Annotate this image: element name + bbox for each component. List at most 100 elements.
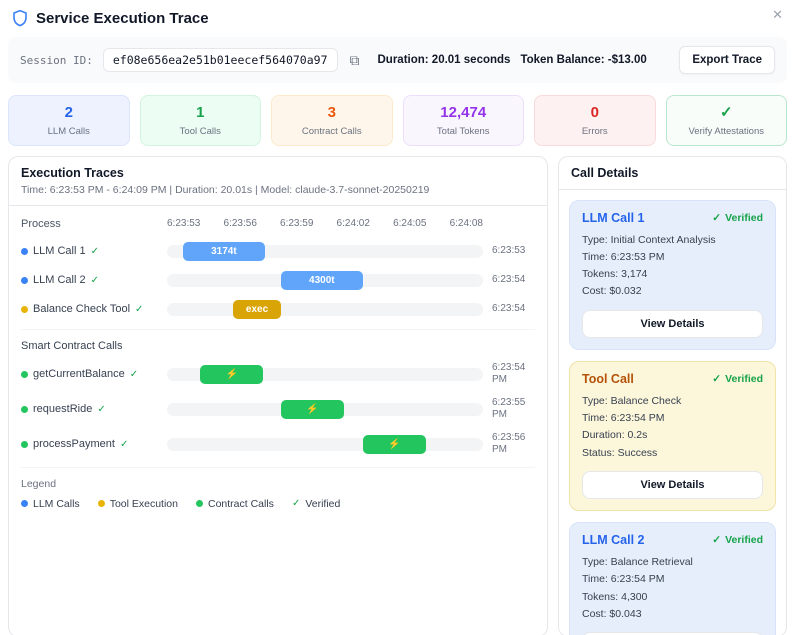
divider — [21, 329, 535, 330]
stat-contract-calls: 3Contract Calls — [271, 95, 393, 146]
tick-label: 6:24:02 — [337, 218, 370, 229]
timeline-track: ⚡ — [167, 403, 483, 416]
page-title: Service Execution Trace — [36, 10, 209, 27]
detail-line: Time: 6:23:54 PM — [582, 571, 763, 588]
stat-value: 0 — [539, 105, 651, 122]
detail-line: Time: 6:23:53 PM — [582, 249, 763, 266]
token-balance: Token Balance: -$13.00 — [520, 54, 646, 66]
timeline-ticks: 6:23:536:23:566:23:596:24:026:24:056:24:… — [167, 218, 483, 229]
stat-label: Errors — [539, 126, 651, 137]
series-dot — [21, 441, 28, 448]
legend-label: Legend — [21, 478, 535, 490]
tick-label: 6:23:53 — [167, 218, 200, 229]
trace-row-label: requestRide ✓ — [21, 403, 167, 415]
timeline-bar[interactable]: ⚡ — [363, 435, 426, 454]
verified-badge: ✓Verified — [712, 373, 763, 385]
verified-badge: ✓Verified — [712, 534, 763, 546]
stat-label: Tool Calls — [145, 126, 257, 137]
card-header: LLM Call 2 ✓Verified — [582, 533, 763, 547]
timeline-bar[interactable]: ⚡ — [200, 365, 263, 384]
divider — [21, 467, 535, 468]
card-tool-call: Tool Call ✓Verified Type: Balance CheckTim… — [569, 361, 776, 511]
session-bar: Session ID: ef08e656ea2e51b01eecef564070… — [8, 37, 787, 83]
stat-label: Verify Attestations — [671, 126, 783, 137]
verified-check-icon: ✓ — [120, 439, 128, 450]
series-dot — [21, 277, 28, 284]
legend-item-label: Contract Calls — [208, 498, 274, 510]
check-icon: ✓ — [712, 373, 721, 385]
timeline-bar[interactable]: ⚡ — [281, 400, 344, 419]
session-duration: Duration: 20.01 seconds — [378, 54, 511, 66]
detail-line: Type: Balance Retrieval — [582, 554, 763, 571]
timeline-bar[interactable]: 4300t — [281, 271, 363, 290]
trace-row: LLM Call 1✓3174t6:23:53 — [21, 242, 535, 261]
check-icon: ✓ — [671, 105, 783, 122]
card-details: Type: Initial Context AnalysisTime: 6:23… — [582, 232, 763, 301]
verify-attestations-button[interactable]: ✓ Verify Attestations — [666, 95, 788, 146]
call-details-header: Call Details — [559, 157, 786, 190]
contract-rows: getCurrentBalance ✓ ⚡ 6:23:54 PM requestRide… — [21, 362, 535, 457]
detail-line: Cost: $0.043 — [582, 606, 763, 623]
trace-name: requestRide — [33, 403, 92, 415]
trace-row-label: Balance Check Tool✓ — [21, 303, 167, 315]
detail-line: Status: Success — [582, 445, 763, 462]
stats-row: 2 LLM Calls 1 Tool Calls 3Contract Calls12,4… — [8, 95, 787, 146]
smart-contract-section-label: Smart Contract Calls — [21, 340, 535, 352]
lightning-icon: ⚡ — [226, 369, 238, 380]
view-details-button[interactable]: View Details — [582, 471, 763, 499]
process-column-label: Process — [21, 218, 167, 230]
detail-line: Duration: 0.2s — [582, 427, 763, 444]
trace-time: 6:23:54 — [483, 274, 535, 287]
timeline-bar[interactable]: exec — [233, 300, 280, 319]
export-trace-button[interactable]: Export Trace — [679, 46, 775, 74]
verified-check-icon: ✓ — [130, 369, 138, 380]
card-title: LLM Call 2 — [582, 533, 645, 547]
verified-check-icon: ✓ — [91, 246, 99, 257]
timeline-track: exec — [167, 303, 483, 316]
timeline-track: ⚡ — [167, 438, 483, 451]
detail-line: Type: Initial Context Analysis — [582, 232, 763, 249]
card-header: LLM Call 1✓Verified — [582, 211, 763, 225]
trace-name: LLM Call 1 — [33, 245, 86, 257]
card-details: Type: Balance RetrievalTime: 6:23:54 PMT… — [582, 554, 763, 623]
stat-value: 2 — [13, 105, 125, 122]
detail-line: Tokens: 3,174 — [582, 266, 763, 283]
verified-label: Verified — [725, 212, 763, 224]
trace-time: 6:23:54 PM — [483, 362, 535, 387]
detail-line: Tokens: 4,300 — [582, 589, 763, 606]
verified-check-icon: ✓ — [97, 404, 105, 415]
stat-value: 1 — [145, 105, 257, 122]
copy-icon[interactable]: ⧉ — [348, 52, 362, 69]
timeline-axis: Process 6:23:536:23:566:23:596:24:026:24… — [21, 218, 535, 230]
trace-row: processPayment✓⚡6:23:56 PM — [21, 432, 535, 457]
legend-item-label: Tool Execution — [110, 498, 178, 510]
legend-dot — [196, 500, 203, 507]
traces-body: Process 6:23:536:23:566:23:596:24:026:24… — [9, 206, 547, 520]
legend-item-label: Verified — [305, 498, 340, 510]
trace-name: getCurrentBalance — [33, 368, 125, 380]
shield-icon — [12, 9, 28, 27]
verified-label: Verified — [725, 534, 763, 546]
close-icon[interactable]: ✕ — [772, 7, 783, 23]
stat-errors: 0 Errors — [534, 95, 656, 146]
call-details-title: Call Details — [571, 166, 774, 180]
stat-label: Contract Calls — [276, 126, 388, 137]
traces-meta: Time: 6:23:53 PM - 6:24:09 PM | Duration… — [21, 184, 535, 196]
card-details: Type: Balance CheckTime: 6:23:54 PMDurat… — [582, 393, 763, 462]
detail-line: Cost: $0.032 — [582, 283, 763, 300]
stat-total-tokens: 12,474Total Tokens — [403, 95, 525, 146]
stat-llm-calls: 2 LLM Calls — [8, 95, 130, 146]
timeline-track: 4300t — [167, 274, 483, 287]
series-dot — [21, 406, 28, 413]
trace-name: processPayment — [33, 438, 115, 450]
trace-row: requestRide✓⚡6:23:55 PM — [21, 397, 535, 422]
view-details-button[interactable]: View Details — [582, 310, 763, 338]
card-llm-call-2: LLM Call 2 ✓Verified Type: Balance Retriev… — [569, 522, 776, 635]
card-title: Tool Call — [582, 372, 634, 386]
timeline-bar[interactable]: 3174t — [183, 242, 265, 261]
traces-title: Execution Traces — [21, 166, 535, 180]
check-icon: ✓ — [712, 212, 721, 224]
main-content: Execution Traces Time: 6:23:53 PM - 6:24… — [8, 156, 787, 635]
card-header: Tool Call ✓Verified — [582, 372, 763, 386]
stat-label: LLM Calls — [13, 126, 125, 137]
